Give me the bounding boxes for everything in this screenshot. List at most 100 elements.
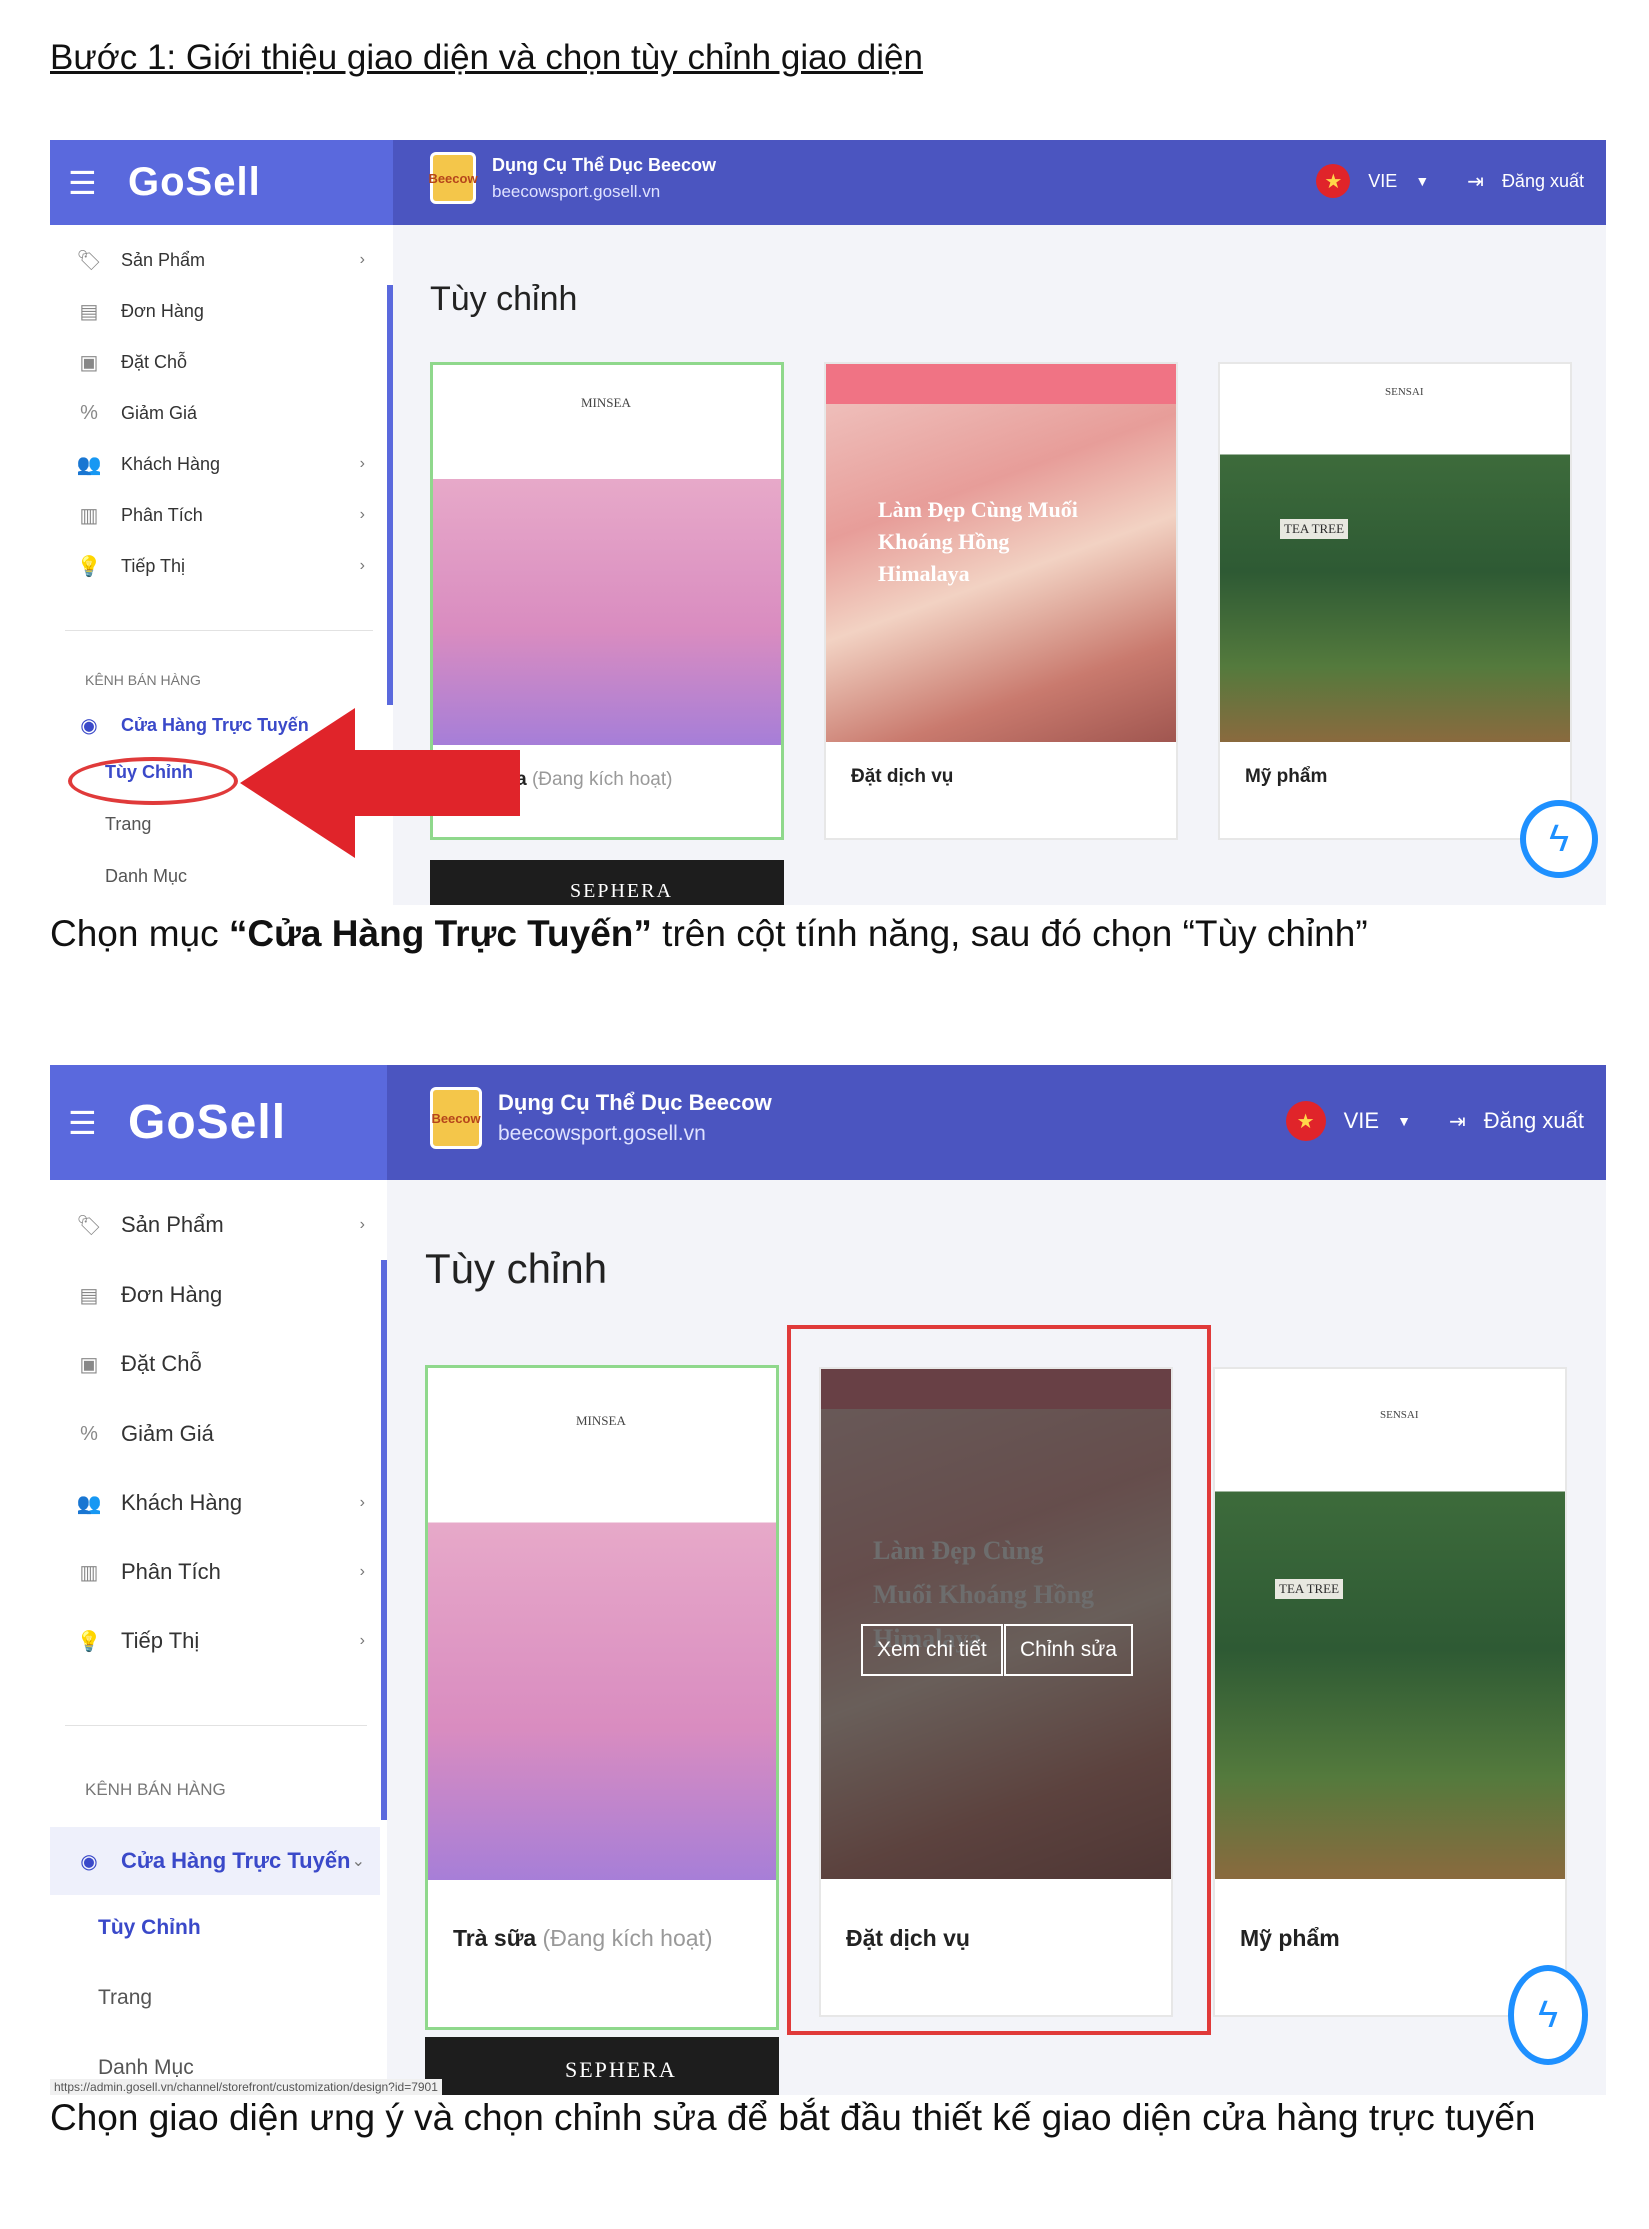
sidebar-item-discounts[interactable]: % Giảm Giá	[75, 1414, 365, 1454]
chevron-right-icon: ›	[359, 1216, 365, 1233]
sidebar-item-label: Phân Tích	[121, 1559, 221, 1584]
logout-icon[interactable]: ⇥	[1467, 169, 1484, 194]
theme-card-sephera[interactable]: SEPHERA	[430, 860, 784, 905]
sidebar-item-label: Giảm Giá	[121, 1421, 214, 1446]
caption-text: trên cột tính năng, sau đó chọn “Tùy chỉ…	[651, 913, 1368, 954]
caption-bold-text: “Cửa Hàng Trực Tuyến”	[228, 913, 652, 954]
sidebar-item-customers[interactable]: 👥 Khách Hàng ›	[75, 1483, 365, 1523]
logo-area: ☰ GoSell	[50, 1065, 387, 1180]
caret-down-icon[interactable]: ▼	[1415, 173, 1429, 189]
sidebar-item-label: Đặt Chỗ	[121, 351, 188, 372]
theme-name: Đặt dịch vụ	[851, 766, 954, 787]
caption-step-1: Chọn mục “Cửa Hàng Trực Tuyến” trên cột …	[50, 908, 1610, 960]
theme-brand-text: SENSAI	[1385, 386, 1424, 398]
logout-button[interactable]: Đăng xuất	[1484, 1108, 1584, 1134]
sidebar-item-label: Cửa Hàng Trực Tuyến	[121, 1848, 351, 1873]
sidebar-item-orders[interactable]: ▤ Đơn Hàng	[75, 1275, 365, 1315]
theme-name: Mỹ phẩm	[1245, 766, 1328, 787]
sidebar-item-products[interactable]: 🏷 Sản Phẩm ›	[75, 1205, 365, 1245]
store-name: Dụng Cụ Thể Dục Beecow	[492, 154, 717, 175]
sidebar-scrollbar[interactable]	[381, 1260, 387, 1820]
chevron-right-icon: ›	[359, 455, 365, 472]
sidebar-subitem-pages[interactable]: Trang	[98, 1986, 152, 2010]
tag-icon: 🏷	[76, 1214, 102, 1237]
theme-preview-image: MINSEA	[428, 1368, 776, 1883]
sidebar-item-products[interactable]: 🏷 Sản Phẩm ›	[75, 245, 365, 275]
theme-card-milktea-footer[interactable]: Trà sữa (Đang kích hoạt)	[425, 1880, 779, 2030]
caption-text: Chọn mục	[50, 913, 229, 954]
sidebar-item-label: Đơn Hàng	[121, 300, 204, 321]
theme-preview-image: SENSAI TEA TREE	[1215, 1369, 1565, 1879]
sidebar-item-label: Sản Phẩm	[121, 249, 206, 270]
top-bar: ☰ GoSell Beecow Dụng Cụ Thể Dục Beecow b…	[50, 1065, 1606, 1180]
store-icon: ◉	[80, 1850, 98, 1873]
sidebar-subitem-categories[interactable]: Danh Mục	[98, 2056, 194, 2080]
users-icon: 👥	[76, 1492, 102, 1515]
sidebar-item-marketing[interactable]: 💡 Tiếp Thị ›	[75, 1621, 365, 1661]
messenger-icon[interactable]: ϟ	[1508, 1965, 1588, 2065]
vietnam-flag-icon: ★	[1316, 164, 1351, 198]
logout-icon[interactable]: ⇥	[1449, 1109, 1466, 1134]
sidebar-scrollbar[interactable]	[387, 285, 393, 705]
theme-brand-text: SEPHERA	[565, 2057, 677, 2082]
theme-card-milktea[interactable]: MINSEA	[425, 1365, 779, 1885]
calendar-icon: ▣	[79, 1353, 99, 1376]
theme-preview-image: SEPHERA	[430, 860, 784, 905]
sidebar-subitem-customize[interactable]: Tùy Chỉnh	[98, 1916, 201, 1940]
gosell-logo: GoSell	[128, 1096, 287, 1149]
tag-icon: 🏷	[76, 249, 102, 272]
top-right-controls: ★ VIE ▼ ⇥ Đăng xuất	[1285, 1101, 1584, 1141]
store-name: Dụng Cụ Thể Dục Beecow	[498, 1090, 772, 1115]
bulb-icon: 💡	[76, 555, 102, 578]
theme-card-sephera[interactable]: SEPHERA	[425, 2037, 779, 2095]
store-icon: ◉	[80, 714, 98, 737]
chevron-right-icon: ›	[359, 1632, 365, 1649]
store-info[interactable]: Beecow Dụng Cụ Thể Dục Beecow beecowspor…	[430, 1087, 772, 1149]
store-url: beecowsport.gosell.vn	[492, 181, 661, 201]
sidebar-item-online-store[interactable]: ◉ Cửa Hàng Trực Tuyến ⌄	[75, 1841, 365, 1881]
bulb-icon: 💡	[76, 1630, 102, 1653]
messenger-icon[interactable]: ϟ	[1520, 800, 1598, 878]
sidebar-item-discounts[interactable]: % Giảm Giá	[75, 398, 365, 428]
sidebar-item-customers[interactable]: 👥 Khách Hàng ›	[75, 449, 365, 479]
chevron-right-icon: ›	[359, 1494, 365, 1511]
sidebar-item-label: Khách Hàng	[121, 453, 221, 474]
menu-icon[interactable]: ☰	[68, 1104, 108, 1142]
sidebar-item-label: Đặt Chỗ	[121, 1351, 202, 1376]
sidebar-subitem-categories[interactable]: Danh Mục	[105, 866, 187, 887]
chevron-right-icon: ›	[359, 506, 365, 523]
sidebar-item-analytics[interactable]: ▥ Phân Tích ›	[75, 500, 365, 530]
store-info[interactable]: Beecow Dụng Cụ Thể Dục Beecow beecowspor…	[428, 152, 717, 204]
product-label-text: TEA TREE	[1280, 519, 1349, 539]
language-label[interactable]: VIE	[1368, 171, 1397, 192]
theme-card-cosmetics[interactable]: SENSAI TEA TREE Mỹ phẩm	[1218, 362, 1572, 840]
theme-card-booking[interactable]: Làm Đẹp Cùng Muối Khoáng Hồng Himalaya Đ…	[824, 362, 1178, 840]
sidebar-item-analytics[interactable]: ▥ Phân Tích ›	[75, 1552, 365, 1592]
chart-icon: ▥	[79, 1561, 99, 1584]
receipt-icon: ▤	[79, 300, 99, 323]
theme-preview-image: SENSAI TEA TREE	[1220, 364, 1570, 742]
theme-brand-text: SEPHERA	[570, 880, 673, 902]
sales-channel-label: KÊNH BÁN HÀNG	[85, 1780, 226, 1799]
screenshot-step-1: ☰ GoSell Beecow Dụng Cụ Thể Dục Beecow b…	[50, 140, 1606, 905]
page-title: Tùy chỉnh	[425, 1245, 608, 1292]
sidebar-item-reservations[interactable]: ▣ Đặt Chỗ	[75, 1344, 365, 1384]
chart-icon: ▥	[79, 504, 99, 527]
logout-button[interactable]: Đăng xuất	[1502, 171, 1584, 192]
sidebar-item-reservations[interactable]: ▣ Đặt Chỗ	[75, 347, 365, 377]
sidebar-divider	[65, 1725, 367, 1726]
product-label-text: TEA TREE	[1275, 1579, 1344, 1599]
page-title: Tùy chỉnh	[430, 280, 578, 318]
logo-area: ☰ GoSell	[50, 140, 393, 225]
highlight-ellipse	[68, 757, 238, 805]
language-label[interactable]: VIE	[1344, 1108, 1379, 1134]
sidebar-item-label: Khách Hàng	[121, 1490, 243, 1515]
menu-icon[interactable]: ☰	[68, 164, 108, 202]
sidebar-item-orders[interactable]: ▤ Đơn Hàng	[75, 296, 365, 326]
sidebar-item-marketing[interactable]: 💡 Tiếp Thị ›	[75, 551, 365, 581]
sidebar-subitem-pages[interactable]: Trang	[105, 814, 151, 835]
caret-down-icon[interactable]: ▼	[1397, 1113, 1411, 1129]
theme-card-cosmetics[interactable]: SENSAI TEA TREE Mỹ phẩm	[1213, 1367, 1567, 2017]
sidebar-divider	[65, 630, 373, 631]
sidebar-item-label: Sản Phẩm	[121, 1212, 224, 1237]
